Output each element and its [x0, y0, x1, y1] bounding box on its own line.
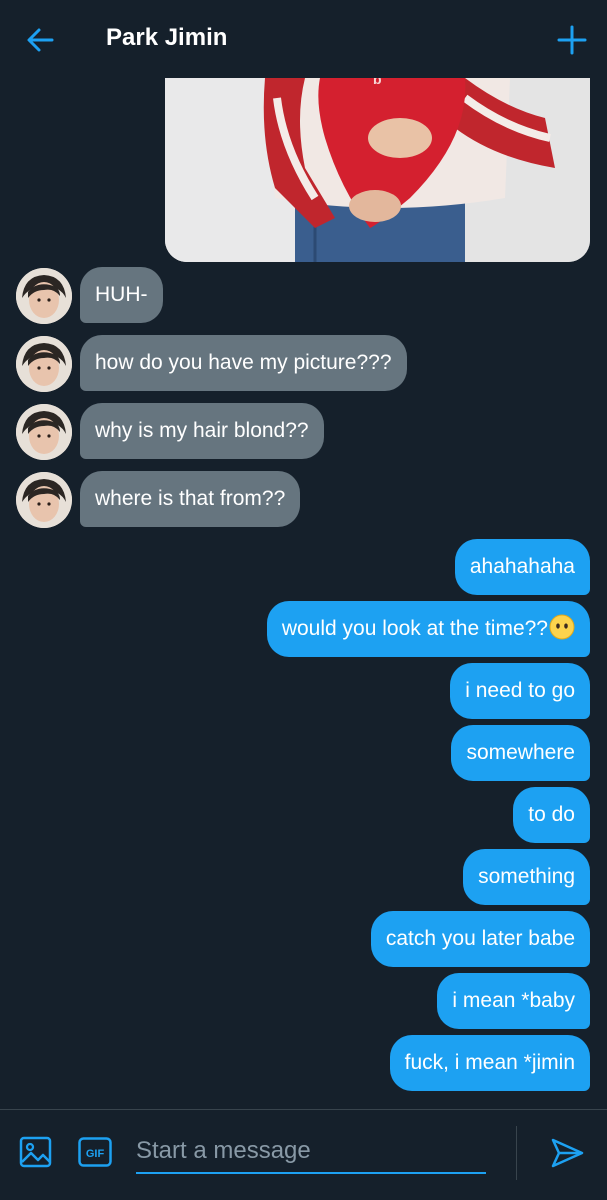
send-button[interactable]: [548, 1134, 586, 1172]
composer-separator: [516, 1126, 517, 1180]
plus-icon: [557, 25, 587, 55]
avatar-image: [16, 472, 72, 528]
sent-message[interactable]: to do: [513, 787, 590, 843]
image-icon: [19, 1136, 52, 1168]
avatar-image: [16, 404, 72, 460]
contact-avatar[interactable]: [16, 404, 72, 460]
gif-label: GIF: [86, 1148, 105, 1160]
sent-message[interactable]: fuck, i mean *jimin: [389, 1035, 590, 1091]
received-message[interactable]: HUH-: [80, 267, 163, 323]
sent-message[interactable]: i mean *baby: [437, 973, 590, 1029]
message-composer: GIF: [0, 1110, 607, 1200]
shared-photo[interactable]: b: [165, 78, 590, 262]
message-input[interactable]: [136, 1130, 486, 1174]
avatar-image: [16, 336, 72, 392]
sent-message[interactable]: ahahahaha: [454, 539, 590, 595]
arrow-left-icon: [27, 28, 54, 52]
sent-message[interactable]: catch you later babe: [370, 911, 590, 967]
gif-button[interactable]: GIF: [78, 1137, 112, 1167]
add-button[interactable]: [554, 22, 590, 58]
no-mouth-face-emoji: [549, 614, 575, 640]
add-media-button[interactable]: [18, 1134, 54, 1170]
received-message[interactable]: how do you have my picture???: [80, 335, 407, 391]
sent-message[interactable]: would you look at the time??: [266, 601, 590, 657]
sent-message[interactable]: somewhere: [451, 725, 590, 781]
back-button[interactable]: [22, 22, 58, 58]
conversation-header: Park Jimin: [0, 0, 607, 78]
shared-photo-image: b: [165, 78, 590, 262]
gif-icon: GIF: [78, 1137, 112, 1167]
conversation-title[interactable]: Park Jimin: [106, 22, 227, 54]
svg-text:b: b: [373, 78, 382, 87]
contact-avatar[interactable]: [16, 336, 72, 392]
contact-avatar[interactable]: [16, 268, 72, 324]
received-message[interactable]: why is my hair blond??: [80, 403, 324, 459]
contact-avatar[interactable]: [16, 472, 72, 528]
sent-message[interactable]: something: [463, 849, 590, 905]
avatar-image: [16, 268, 72, 324]
received-message[interactable]: where is that from??: [80, 471, 301, 527]
sent-message[interactable]: i need to go: [450, 663, 590, 719]
send-icon: [551, 1138, 584, 1168]
sent-message-text: would you look at the time??: [281, 617, 548, 640]
